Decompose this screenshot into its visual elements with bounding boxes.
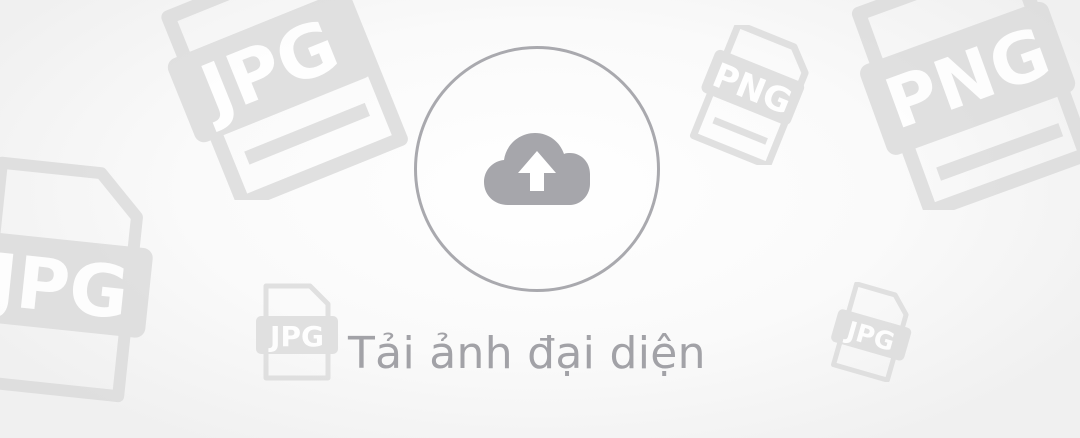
upload-avatar-label[interactable]: Tải ảnh đại diện [348, 328, 748, 379]
upload-avatar-button[interactable] [414, 46, 660, 292]
cloud-upload-icon [484, 133, 590, 205]
avatar-upload-area: JPG PNG PNG JPG JPG JPG Tải ảnh đại diện [0, 0, 1080, 438]
svg-text:JPG: JPG [842, 315, 898, 357]
svg-text:PNG: PNG [707, 55, 797, 123]
jpg-file-icon: JPG [161, 0, 408, 200]
jpg-file-icon: JPG [0, 156, 153, 403]
jpg-file-icon: JPG [831, 282, 912, 382]
svg-text:PNG: PNG [875, 11, 1060, 145]
svg-text:JPG: JPG [185, 3, 350, 135]
png-file-icon: PNG [689, 25, 809, 165]
jpg-file-icon: JPG [256, 283, 338, 381]
svg-text:JPG: JPG [268, 320, 324, 353]
svg-text:JPG: JPG [0, 237, 133, 336]
png-file-icon: PNG [851, 0, 1080, 210]
